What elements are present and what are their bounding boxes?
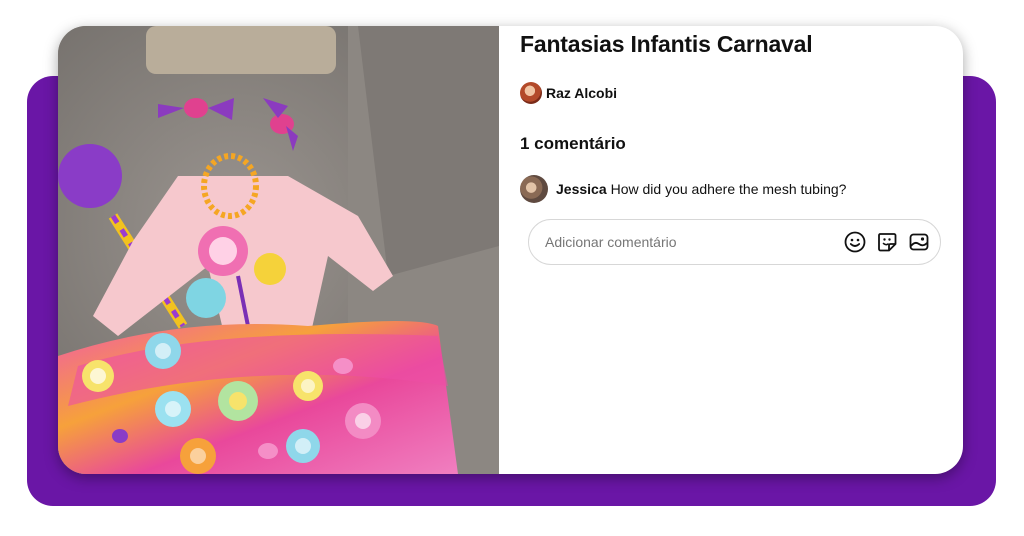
pin-title: Fantasias Infantis Carnaval (520, 31, 813, 57)
author-row[interactable]: Raz Alcobi (520, 82, 617, 104)
comment-input[interactable] (543, 233, 836, 251)
comment-text: How did you adhere the mesh tubing? (610, 181, 847, 197)
author-name[interactable]: Raz Alcobi (546, 85, 617, 101)
image-icon[interactable] (906, 229, 932, 255)
comment-user[interactable]: Jessica (556, 181, 607, 197)
commenter-avatar[interactable] (520, 175, 548, 203)
comments-heading: 1 comentário (520, 134, 626, 153)
emoji-icon-svg (844, 231, 866, 253)
pin-details: Fantasias Infantis Carnaval Raz Alcobi 1… (520, 26, 943, 474)
comment-item: Jessica How did you adhere the mesh tubi… (520, 175, 846, 203)
emoji-icon[interactable] (842, 229, 868, 255)
author-avatar[interactable] (520, 82, 542, 104)
pin-card: Fantasias Infantis Carnaval Raz Alcobi 1… (58, 26, 963, 474)
pin-photo (58, 26, 499, 474)
comment-box (528, 219, 941, 265)
sticker-icon-svg (878, 233, 897, 252)
sticker-icon[interactable] (874, 229, 900, 255)
image-icon-svg (909, 233, 929, 251)
pin-image[interactable] (58, 26, 499, 474)
